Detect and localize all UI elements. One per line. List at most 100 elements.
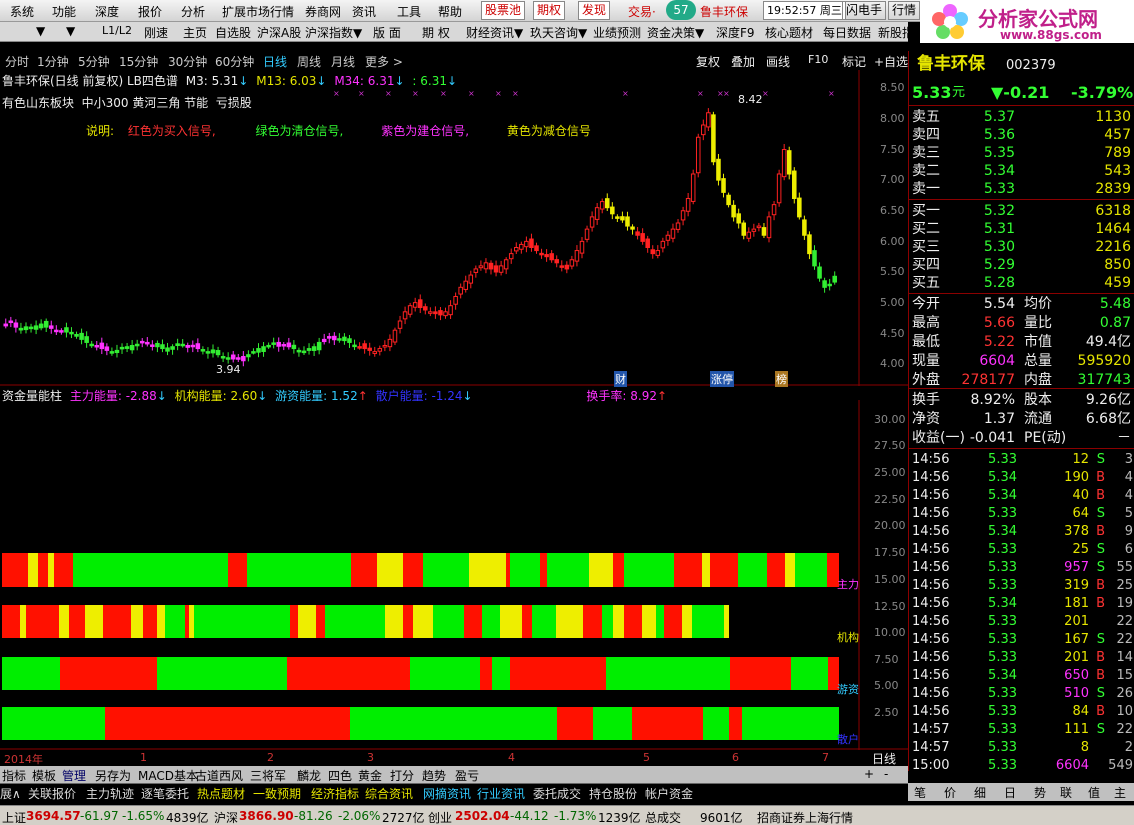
overlay-button[interactable]: 叠加 bbox=[731, 53, 755, 70]
indicator-tab[interactable]: 三将军 bbox=[250, 767, 286, 784]
tick-row[interactable]: 14:56 5.33 25 S 6 bbox=[909, 541, 1134, 559]
info-tab[interactable]: 关联报价 bbox=[28, 785, 76, 802]
side-tab[interactable]: 势 bbox=[1034, 784, 1046, 801]
menu-discover[interactable]: 发现 bbox=[578, 1, 611, 20]
toolbar-forward-dropdown[interactable]: ▼ bbox=[66, 24, 75, 38]
toolbar-back-dropdown[interactable]: ▼ bbox=[36, 24, 45, 38]
side-tab[interactable]: 笔 bbox=[914, 784, 926, 801]
toolbar-daily-data[interactable]: 每日数据 bbox=[823, 24, 871, 41]
period-60min[interactable]: 60分钟 bbox=[215, 53, 254, 70]
limit-up-badge[interactable]: 涨停 bbox=[710, 371, 734, 387]
indicator-tab[interactable]: 管理 bbox=[62, 767, 86, 784]
ranking-badge[interactable]: 榜 bbox=[775, 371, 788, 387]
info-tab[interactable]: 行业资讯 bbox=[477, 785, 525, 802]
zoom-button[interactable]: - bbox=[884, 767, 888, 781]
toolbar-depth-f9[interactable]: 深度F9 bbox=[716, 24, 755, 41]
indicator-tab[interactable]: 指标 bbox=[2, 767, 26, 784]
adjust-button[interactable]: 复权 bbox=[696, 53, 720, 70]
indicator-tab[interactable]: 模板 bbox=[32, 767, 56, 784]
zoom-button[interactable]: + bbox=[864, 767, 874, 781]
tick-row[interactable]: 15:00 5.33 6604 549 bbox=[909, 757, 1134, 775]
period-more[interactable]: 更多 > bbox=[365, 53, 403, 70]
info-tab[interactable]: 主力轨迹 bbox=[86, 785, 134, 802]
energy-chart[interactable] bbox=[0, 400, 908, 750]
indicator-tab[interactable]: 四色 bbox=[328, 767, 352, 784]
menu-system[interactable]: 系统 bbox=[10, 3, 34, 20]
toolbar-index[interactable]: 沪深指数▼ bbox=[305, 24, 362, 41]
indicator-tab[interactable]: 麟龙 bbox=[297, 767, 321, 784]
tick-row[interactable]: 14:56 5.34 40 B 4 bbox=[909, 487, 1134, 505]
toolbar-earnings-forecast[interactable]: 业绩预测 bbox=[593, 24, 641, 41]
market-button[interactable]: 行情 bbox=[888, 1, 921, 20]
toolbar-a-shares[interactable]: 沪深A股 bbox=[257, 24, 301, 41]
period-daily[interactable]: 日线 bbox=[263, 53, 287, 70]
tick-row[interactable]: 14:57 5.33 111 S 22 bbox=[909, 721, 1134, 739]
tick-row[interactable]: 14:56 5.33 167 S 22 bbox=[909, 631, 1134, 649]
period-15min[interactable]: 15分钟 bbox=[119, 53, 158, 70]
info-tab[interactable]: 网摘资讯 bbox=[423, 785, 471, 802]
indicator-tab[interactable]: 黄金 bbox=[358, 767, 382, 784]
indicator-tab[interactable]: 盈亏 bbox=[455, 767, 479, 784]
side-tab[interactable]: 值 bbox=[1088, 784, 1100, 801]
menu-analysis[interactable]: 分析 bbox=[181, 3, 205, 20]
period-30min[interactable]: 30分钟 bbox=[168, 53, 207, 70]
toolbar-options[interactable]: 期 权 bbox=[422, 24, 450, 41]
menu-tools[interactable]: 工具 bbox=[397, 3, 421, 20]
toolbar-ipo-guide[interactable]: 新股指南 bbox=[878, 24, 908, 41]
side-tab[interactable]: 主 bbox=[1114, 784, 1126, 801]
tick-row[interactable]: 14:56 5.34 378 B 9 bbox=[909, 523, 1134, 541]
toolbar-speed[interactable]: 刚速 bbox=[144, 24, 168, 41]
period-5min[interactable]: 5分钟 bbox=[78, 53, 110, 70]
tick-row[interactable]: 14:56 5.33 510 S 26 bbox=[909, 685, 1134, 703]
info-tab[interactable]: 一致预期 bbox=[253, 785, 301, 802]
current-stock-tab[interactable]: 鲁丰环保 bbox=[700, 3, 748, 20]
menu-trade[interactable]: 交易· bbox=[628, 3, 656, 20]
tick-row[interactable]: 14:56 5.34 181 B 19 bbox=[909, 595, 1134, 613]
f10-button[interactable]: F10 bbox=[808, 53, 828, 66]
price-chart[interactable]: × × × × × × × × × × × × × × bbox=[0, 70, 908, 386]
indicator-tab[interactable]: MACD基本 bbox=[138, 767, 198, 784]
indicator-tab[interactable]: 趋势 bbox=[422, 767, 446, 784]
info-tab[interactable]: 委托成交 bbox=[533, 785, 581, 802]
menu-help[interactable]: 帮助 bbox=[438, 3, 462, 20]
period-weekly[interactable]: 周线 bbox=[297, 53, 321, 70]
toolbar-home[interactable]: 主页 bbox=[183, 24, 207, 41]
info-tab[interactable]: 持仓股份 bbox=[589, 785, 637, 802]
toolbar-l1l2[interactable]: L1/L2 bbox=[102, 24, 132, 37]
toolbar-watchlist[interactable]: 自选股 bbox=[215, 24, 251, 41]
menu-function[interactable]: 功能 bbox=[52, 3, 76, 20]
tick-row[interactable]: 14:56 5.34 650 B 15 bbox=[909, 667, 1134, 685]
period-1min[interactable]: 1分钟 bbox=[37, 53, 69, 70]
finance-badge[interactable]: 财 bbox=[614, 371, 627, 387]
tick-row[interactable]: 14:56 5.33 64 S 5 bbox=[909, 505, 1134, 523]
side-tab[interactable]: 价 bbox=[944, 784, 956, 801]
tick-row[interactable]: 14:57 5.33 8 2 bbox=[909, 739, 1134, 757]
tick-row[interactable]: 14:56 5.33 319 B 25 bbox=[909, 577, 1134, 595]
flash-trade-button[interactable]: 闪电手 bbox=[842, 1, 887, 20]
menu-stock-pool[interactable]: 股票池 bbox=[481, 1, 526, 20]
info-tab[interactable]: 逐笔委托 bbox=[141, 785, 189, 802]
side-tab[interactable]: 侧边栏< bbox=[860, 784, 906, 801]
indicator-tab[interactable]: 打分 bbox=[390, 767, 414, 784]
tick-row[interactable]: 14:56 5.33 957 S 55 bbox=[909, 559, 1134, 577]
menu-depth[interactable]: 深度 bbox=[95, 3, 119, 20]
info-tab[interactable]: 经济指标 bbox=[311, 785, 359, 802]
side-tab[interactable]: 日 bbox=[1004, 784, 1016, 801]
toolbar-finance-news[interactable]: 财经资讯▼ bbox=[466, 24, 523, 41]
period-monthly[interactable]: 月线 bbox=[331, 53, 355, 70]
side-tab[interactable]: 联 bbox=[1060, 784, 1072, 801]
tick-row[interactable]: 14:56 5.33 12 S 3 bbox=[909, 451, 1134, 469]
menu-news[interactable]: 资讯 bbox=[352, 3, 376, 20]
menu-extended-market[interactable]: 扩展市场行情 bbox=[222, 3, 294, 20]
indicator-tab[interactable]: 古道西风 bbox=[195, 767, 243, 784]
info-tab[interactable]: 展∧ bbox=[0, 785, 21, 802]
add-watchlist-button[interactable]: +自选 bbox=[874, 53, 908, 70]
indicator-tab[interactable]: 另存为 bbox=[95, 767, 131, 784]
tick-row[interactable]: 14:56 5.33 84 B 10 bbox=[909, 703, 1134, 721]
tick-row[interactable]: 14:56 5.34 190 B 4 bbox=[909, 469, 1134, 487]
info-tab[interactable]: 帐户资金 bbox=[645, 785, 693, 802]
menu-broker-net[interactable]: 券商网 bbox=[305, 3, 341, 20]
toolbar-fund-decision[interactable]: 资金决策▼ bbox=[647, 24, 704, 41]
notification-badge[interactable]: 57 bbox=[666, 0, 696, 20]
info-tab[interactable]: 热点题材 bbox=[197, 785, 245, 802]
